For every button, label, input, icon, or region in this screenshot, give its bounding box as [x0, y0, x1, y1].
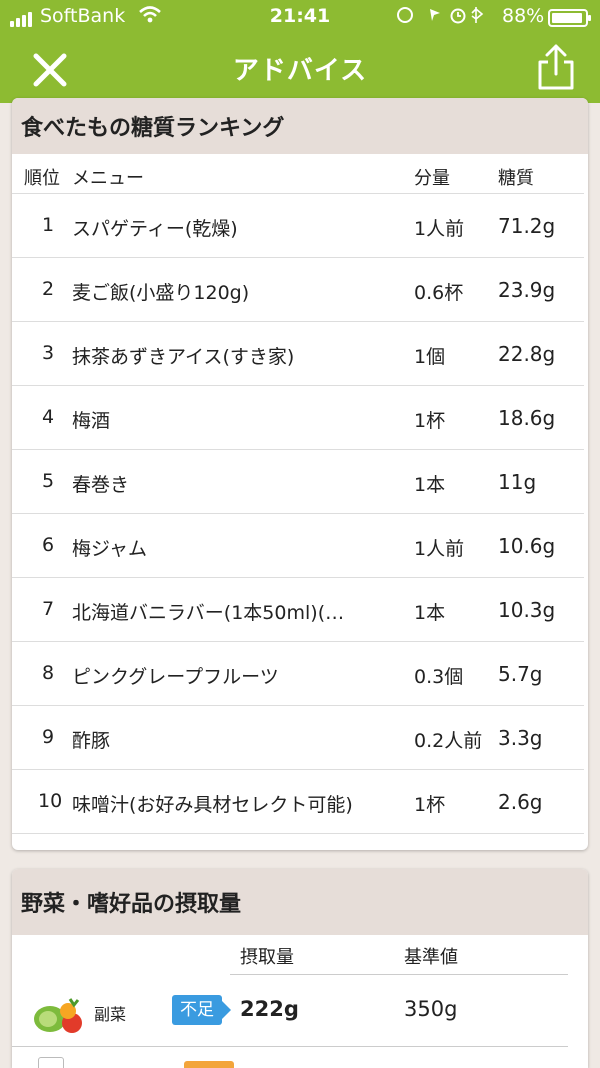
rank-number: 5: [41, 470, 55, 492]
carb-value: 23.9g: [498, 278, 556, 302]
intake-row-side-dish[interactable]: 副菜 不足 222g 350g: [12, 975, 568, 1047]
rank-number: 6: [41, 534, 55, 556]
ranking-row[interactable]: 1 スパゲティー(乾燥) 1人前 71.2g: [12, 194, 584, 258]
intake-header-row: 摂取量 基準値: [230, 935, 568, 975]
menu-amount: 1杯: [414, 794, 446, 816]
menu-amount: 0.2人前: [414, 730, 483, 752]
menu-amount: 1個: [414, 346, 446, 368]
menu-amount: 0.3個: [414, 666, 464, 688]
carb-value: 11g: [498, 470, 537, 494]
header-rank: 順位: [24, 168, 60, 189]
header-amount: 分量: [414, 168, 450, 189]
carb-value: 3.3g: [498, 726, 543, 750]
ranking-row[interactable]: 6 梅ジャム 1人前 10.6g: [12, 514, 584, 578]
standard-value: 350g: [404, 997, 458, 1021]
carb-ranking-card: 食べたもの糖質ランキング 順位 メニュー 分量 糖質 1 スパゲティー(乾燥) 1人…: [12, 98, 588, 850]
menu-name: 春巻き: [72, 474, 130, 496]
carb-value: 71.2g: [498, 214, 556, 238]
menu-name: 酢豚: [72, 730, 111, 752]
ranking-row[interactable]: 9 酢豚 0.2人前 3.3g: [12, 706, 584, 770]
battery-icon: [548, 9, 591, 27]
rank-number: 8: [41, 662, 55, 684]
status-bar: SoftBank 21:41 88%: [0, 0, 600, 34]
rank-number: 7: [41, 598, 55, 620]
rank-number: 10: [38, 790, 63, 812]
ranking-row[interactable]: 8 ピンクグレープフルーツ 0.3個 5.7g: [12, 642, 584, 706]
ranking-row[interactable]: 2 麦ご飯(小盛り120g) 0.6杯 23.9g: [12, 258, 584, 322]
rank-number: 3: [41, 342, 55, 364]
ranking-row[interactable]: 5 春巻き 1本 11g: [12, 450, 584, 514]
menu-name: 麦ご飯(小盛り120g): [72, 282, 250, 304]
menu-amount: 1本: [414, 602, 446, 624]
share-button[interactable]: [534, 42, 578, 92]
carb-value: 2.6g: [498, 790, 543, 814]
menu-name: 梅ジャム: [72, 538, 148, 560]
header-bar: SoftBank 21:41 88% アドバイス: [0, 0, 600, 103]
status-icons: [396, 5, 486, 30]
vegetable-intake-title: 野菜・嗜好品の摂取量: [12, 869, 588, 935]
ranking-row[interactable]: 7 北海道バニラバー(1本50ml)(… 1本 10.3g: [12, 578, 584, 642]
menu-amount: 1杯: [414, 410, 446, 432]
carb-value: 22.8g: [498, 342, 556, 366]
header-intake: 摂取量: [240, 947, 294, 968]
intake-row-partial: [12, 1047, 588, 1068]
menu-name: 梅酒: [72, 410, 111, 432]
header-menu: メニュー: [72, 168, 144, 189]
ranking-header-row: 順位 メニュー 分量 糖質: [12, 154, 584, 194]
carb-value: 18.6g: [498, 406, 556, 430]
rank-number: 2: [41, 278, 55, 300]
menu-name: 北海道バニラバー(1本50ml)(…: [72, 602, 345, 624]
menu-amount: 1人前: [414, 538, 465, 560]
rank-number: 1: [41, 214, 55, 236]
carb-value: 10.6g: [498, 534, 556, 558]
ranking-row[interactable]: 4 梅酒 1杯 18.6g: [12, 386, 584, 450]
page-title: アドバイス: [232, 56, 368, 86]
header-carb: 糖質: [498, 168, 534, 189]
status-badge-shortage: 不足: [172, 995, 231, 1025]
ranking-row[interactable]: 3 抹茶あずきアイス(すき家) 1個 22.8g: [12, 322, 584, 386]
ranking-row[interactable]: 10 味噌汁(お好み具材セレクト可能) 1杯 2.6g: [12, 770, 584, 834]
menu-amount: 1本: [414, 474, 446, 496]
carb-ranking-title: 食べたもの糖質ランキング: [12, 98, 588, 154]
intake-label-side-dish: 副菜: [94, 1005, 127, 1024]
item-icon-placeholder: [38, 1057, 64, 1068]
vegetable-intake-card: 野菜・嗜好品の摂取量 摂取量 基準値 副菜 不足 222g 350g: [12, 869, 588, 1068]
carb-value: 5.7g: [498, 662, 543, 686]
battery-percent: 88%: [502, 5, 545, 27]
vegetables-icon: [34, 998, 82, 1033]
intake-value: 222g: [240, 997, 299, 1021]
share-icon: [538, 44, 574, 90]
menu-name: 抹茶あずきアイス(すき家): [72, 346, 295, 368]
header-standard: 基準値: [404, 947, 458, 968]
menu-amount: 0.6杯: [414, 282, 464, 304]
rank-number: 4: [41, 406, 55, 428]
menu-name: 味噌汁(お好み具材セレクト可能): [72, 794, 353, 816]
menu-amount: 1人前: [414, 218, 465, 240]
status-badge-partial: [184, 1061, 234, 1068]
ranking-table: 順位 メニュー 分量 糖質 1 スパゲティー(乾燥) 1人前 71.2g 2 麦ご飯(小盛…: [12, 154, 588, 834]
menu-name: ピンクグレープフルーツ: [72, 666, 279, 688]
rank-number: 9: [41, 726, 55, 748]
menu-name: スパゲティー(乾燥): [72, 218, 238, 240]
carb-value: 10.3g: [498, 598, 556, 622]
